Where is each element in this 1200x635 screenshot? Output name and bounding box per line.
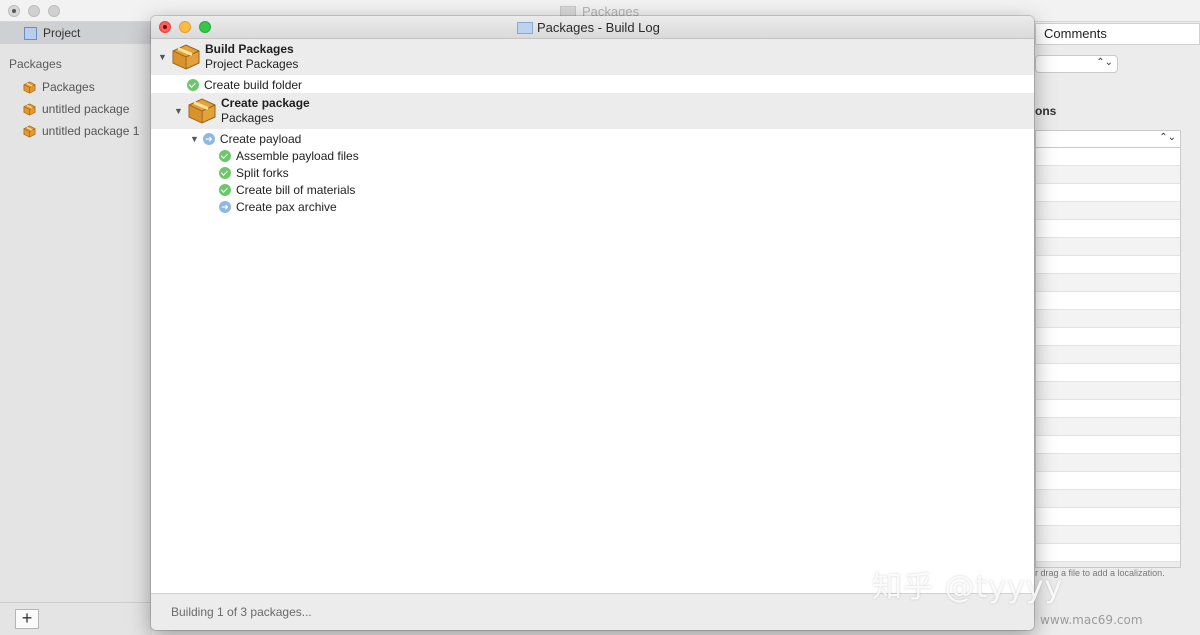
checkmark-icon xyxy=(187,78,199,91)
step-assemble-payload-files[interactable]: Assemble payload files xyxy=(219,147,359,164)
build-log-title: Packages - Build Log xyxy=(517,20,660,35)
sidebar-item-label: Packages xyxy=(42,80,95,94)
sidebar-item-project[interactable]: Project xyxy=(0,22,151,44)
watermark-text: 知乎 @tyyyy xyxy=(872,570,1064,605)
package-box-icon xyxy=(172,44,200,70)
bg-minimize-button[interactable] xyxy=(28,5,40,17)
sidebar: Project Packages Packages untitled packa… xyxy=(0,22,152,635)
sidebar-bottom-bar: + xyxy=(0,602,152,635)
right-panel: Comments ⌃⌄ ons ⌃⌄ r drag a file to add … xyxy=(1035,22,1200,635)
step-create-bill-of-materials[interactable]: Create bill of materials xyxy=(219,181,355,198)
step-create-pax-archive[interactable]: ➜ Create pax archive xyxy=(219,198,337,215)
table-row[interactable] xyxy=(1036,202,1180,220)
add-package-button[interactable]: + xyxy=(15,609,39,629)
table-row[interactable] xyxy=(1036,292,1180,310)
step-label: Assemble payload files xyxy=(236,148,359,163)
table-row[interactable] xyxy=(1036,508,1180,526)
step-create-build-folder[interactable]: Create build folder xyxy=(187,76,302,93)
table-row[interactable] xyxy=(1036,400,1180,418)
sidebar-item-label: untitled package 1 xyxy=(42,124,140,138)
project-icon xyxy=(24,26,37,40)
checkmark-icon xyxy=(219,166,231,179)
table-row[interactable] xyxy=(1036,166,1180,184)
bg-close-button[interactable] xyxy=(8,5,20,17)
table-row[interactable] xyxy=(1036,436,1180,454)
chevron-updown-icon: ⌃⌄ xyxy=(1159,132,1176,143)
bg-zoom-button[interactable] xyxy=(48,5,60,17)
disclosure-triangle-icon[interactable]: ▼ xyxy=(158,52,167,62)
step-label: Create bill of materials xyxy=(236,182,356,197)
table-row[interactable] xyxy=(1036,256,1180,274)
group-title: Build Packages xyxy=(205,42,294,56)
sidebar-section-header: Packages xyxy=(9,57,62,71)
table-row[interactable] xyxy=(1036,382,1180,400)
step-label: Split forks xyxy=(236,165,289,180)
build-log-titlebar[interactable]: Packages - Build Log xyxy=(151,16,1034,39)
package-box-icon xyxy=(188,98,216,124)
tab-comments[interactable]: Comments xyxy=(1035,23,1200,45)
table-row[interactable] xyxy=(1036,310,1180,328)
package-box-icon xyxy=(23,81,36,93)
table-row[interactable] xyxy=(1036,472,1180,490)
table-row[interactable] xyxy=(1036,454,1180,472)
checkmark-icon xyxy=(219,149,231,162)
chevron-updown-icon: ⌃⌄ xyxy=(1096,57,1113,68)
table-row[interactable] xyxy=(1036,418,1180,436)
checkmark-icon xyxy=(219,183,231,196)
table-row[interactable] xyxy=(1036,364,1180,382)
table-row[interactable] xyxy=(1036,148,1180,166)
table-row[interactable] xyxy=(1036,184,1180,202)
arrow-right-icon: ➜ xyxy=(219,200,231,213)
sidebar-item-packages[interactable]: Packages xyxy=(0,76,151,98)
table-row[interactable] xyxy=(1036,274,1180,292)
section-heading: ons xyxy=(1035,104,1057,118)
build-status-text: Building 1 of 3 packages... xyxy=(171,605,312,619)
step-label: Create payload xyxy=(219,131,302,146)
step-label: Create pax archive xyxy=(236,199,337,214)
document-icon xyxy=(517,21,533,34)
localization-table[interactable] xyxy=(1035,148,1181,568)
group-row-build-packages[interactable]: ▼ Build Packages Project Packages xyxy=(151,39,1034,75)
close-button[interactable] xyxy=(159,21,171,33)
table-row[interactable] xyxy=(1036,544,1180,562)
zoom-button[interactable] xyxy=(199,21,211,33)
step-label: Create build folder xyxy=(204,77,303,92)
build-log-window: Packages - Build Log ▼ Build Packages Pr… xyxy=(151,16,1034,630)
group-subtitle: Packages xyxy=(221,111,274,125)
sidebar-project-label: Project xyxy=(43,26,81,40)
build-log-outline: ▼ Build Packages Project Packages Create… xyxy=(151,39,1034,593)
arrow-right-icon: ➜ xyxy=(202,132,215,145)
sidebar-item-untitled-package-1[interactable]: untitled package 1 xyxy=(0,120,151,142)
table-row[interactable] xyxy=(1036,490,1180,508)
group-title: Create package xyxy=(221,96,310,110)
minimize-button[interactable] xyxy=(179,21,191,33)
table-row[interactable] xyxy=(1036,526,1180,544)
table-row[interactable] xyxy=(1036,238,1180,256)
package-box-icon xyxy=(23,125,36,137)
table-row[interactable] xyxy=(1036,220,1180,238)
disclosure-triangle-icon[interactable]: ▼ xyxy=(190,134,199,144)
table-row[interactable] xyxy=(1036,346,1180,364)
sidebar-item-untitled-package[interactable]: untitled package xyxy=(0,98,151,120)
step-split-forks[interactable]: Split forks xyxy=(219,164,289,181)
build-log-title-text: Packages - Build Log xyxy=(537,20,660,35)
watermark-site: www.mac69.com xyxy=(1040,613,1143,627)
package-box-icon xyxy=(23,103,36,115)
step-create-payload[interactable]: ▼ ➜ Create payload xyxy=(190,130,301,147)
sidebar-item-label: untitled package xyxy=(42,102,130,116)
group-row-create-package[interactable]: ▼ Create package Packages xyxy=(151,93,1034,129)
table-row[interactable] xyxy=(1036,328,1180,346)
popup-button[interactable]: ⌃⌄ xyxy=(1035,55,1118,73)
disclosure-triangle-icon[interactable]: ▼ xyxy=(174,106,183,116)
group-subtitle: Project Packages xyxy=(205,57,299,71)
language-popup[interactable]: ⌃⌄ xyxy=(1035,130,1181,148)
